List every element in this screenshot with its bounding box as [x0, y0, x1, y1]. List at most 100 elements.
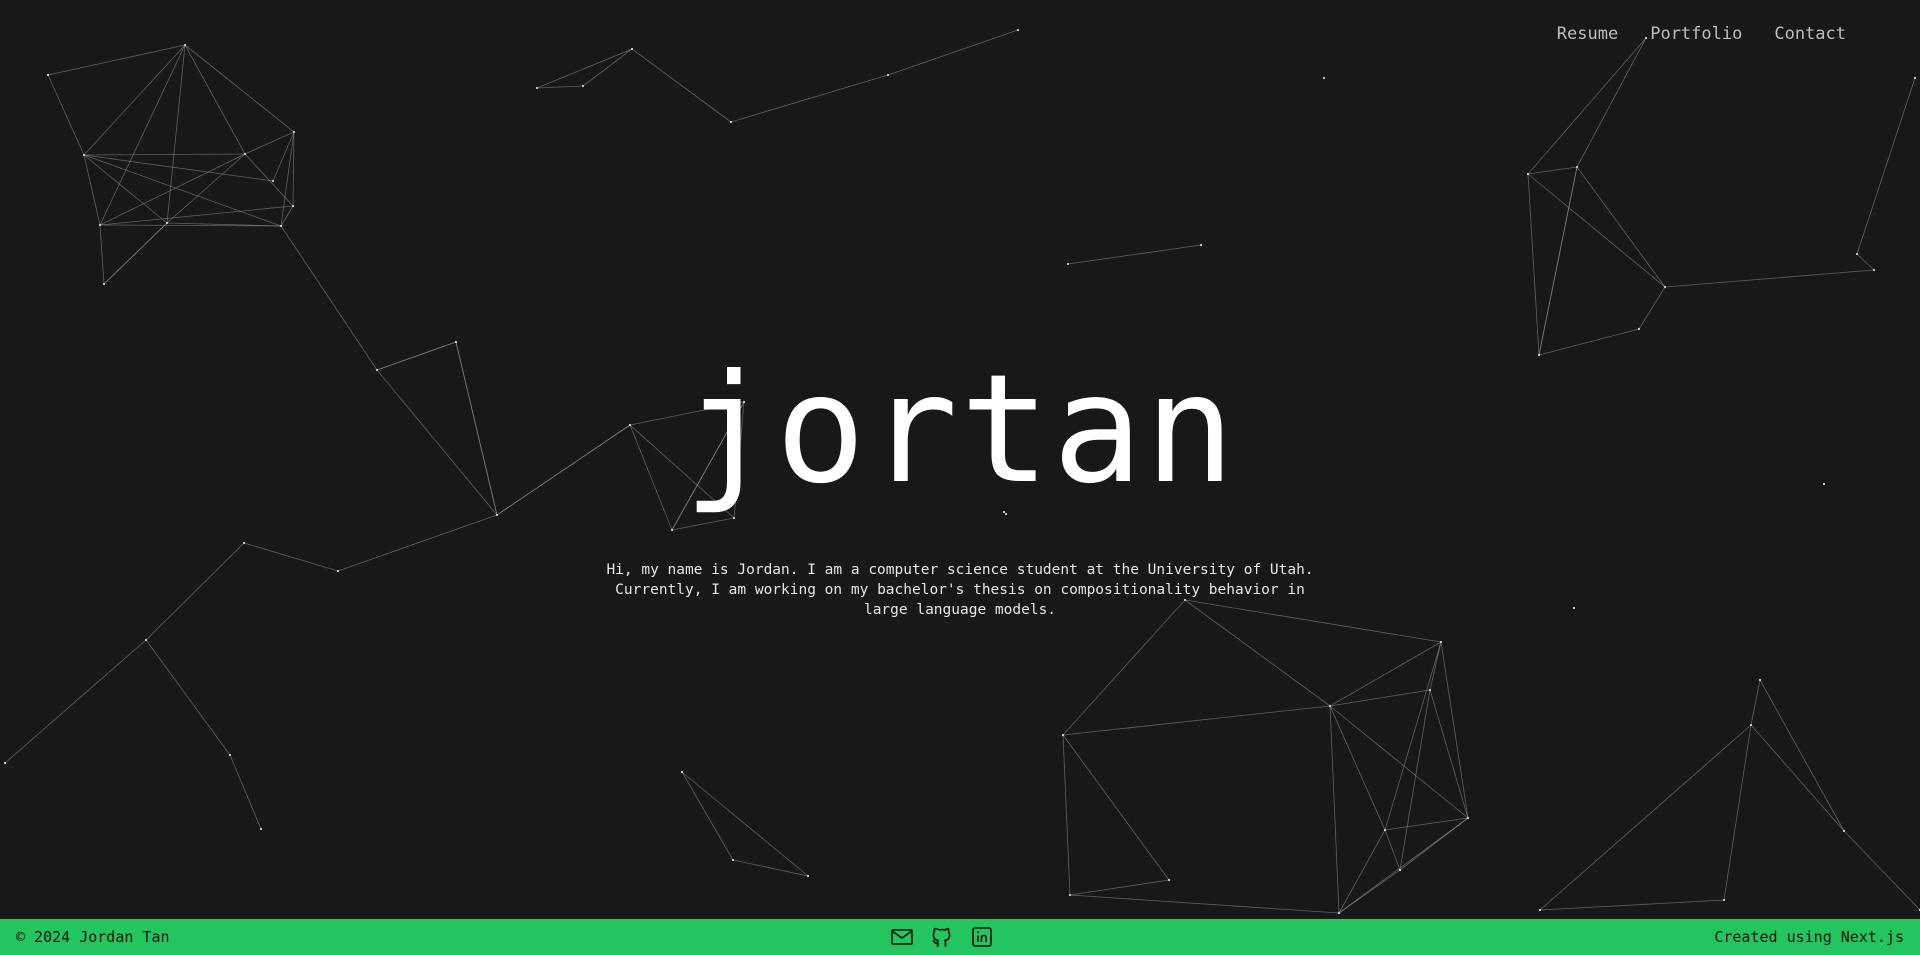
network-node: [1167, 878, 1171, 882]
network-edge: [582, 48, 633, 87]
network-node: [336, 569, 340, 573]
network-node: [3, 761, 7, 765]
network-edge: [1856, 77, 1916, 255]
footer-social-links: [890, 926, 994, 948]
network-edge: [1664, 269, 1875, 288]
network-edge: [99, 205, 294, 226]
network-node: [886, 73, 890, 77]
network-edge: [243, 542, 339, 572]
network-edge: [1527, 37, 1647, 175]
network-edge: [292, 131, 295, 207]
network-edge: [1067, 244, 1202, 265]
network-node: [1572, 606, 1576, 610]
network-edge: [536, 48, 633, 89]
network-edge: [671, 517, 735, 531]
network-edge: [47, 44, 186, 76]
linkedin-icon[interactable]: [970, 926, 994, 948]
network-edge: [1843, 830, 1920, 911]
network-node: [98, 223, 102, 227]
network-edge: [83, 154, 101, 226]
network-edge: [1384, 641, 1442, 831]
network-node: [1016, 28, 1020, 32]
network-node: [1872, 268, 1876, 272]
network-edge: [166, 153, 246, 224]
network-edge: [145, 639, 231, 756]
network-edge: [1069, 894, 1340, 914]
network-edge: [1723, 724, 1752, 901]
network-node: [1068, 893, 1072, 897]
network-edge: [1338, 869, 1401, 914]
network-edge: [99, 224, 105, 285]
network-edge: [1329, 641, 1442, 707]
network-edge: [280, 225, 378, 371]
network-edge: [83, 153, 246, 156]
network-node: [1066, 262, 1070, 266]
nav-resume-link[interactable]: Resume: [1557, 24, 1618, 44]
page: Resume Portfolio Contact jortan Hi, my n…: [0, 0, 1920, 955]
network-edge: [1384, 817, 1469, 831]
network-node: [1398, 868, 1402, 872]
network-edge: [1384, 829, 1401, 871]
network-node: [1439, 640, 1443, 644]
network-edge: [1750, 724, 1845, 832]
top-nav: Resume Portfolio Contact: [1557, 24, 1846, 44]
network-edge: [83, 154, 274, 182]
network-edge: [1576, 37, 1647, 168]
network-edge: [681, 771, 734, 861]
network-edge: [1399, 689, 1431, 871]
network-edge: [1429, 689, 1469, 819]
network-edge: [1527, 173, 1666, 288]
network-edge: [244, 131, 295, 155]
nav-contact-link[interactable]: Contact: [1774, 24, 1846, 44]
network-node: [806, 874, 810, 878]
network-edge: [1539, 899, 1725, 911]
network-edge: [1329, 705, 1340, 914]
github-icon[interactable]: [930, 926, 954, 948]
network-edge: [1329, 705, 1469, 819]
network-edge: [1539, 724, 1752, 911]
network-node: [680, 770, 684, 774]
network-node: [1337, 911, 1341, 915]
network-node: [1526, 172, 1530, 176]
network-edge: [730, 74, 889, 123]
network-edge: [1062, 705, 1331, 736]
network-node: [292, 130, 296, 134]
network-edge: [184, 44, 246, 155]
network-edge: [887, 29, 1019, 76]
network-node: [279, 224, 283, 228]
network-edge: [1429, 641, 1442, 691]
network-edge: [337, 514, 498, 572]
network-edge: [280, 205, 294, 227]
network-node: [144, 638, 148, 642]
network-node: [242, 541, 246, 545]
network-edge: [681, 771, 809, 877]
network-node: [165, 221, 169, 225]
network-node: [102, 282, 106, 286]
network-node: [732, 516, 736, 520]
footer-credit: Created using Next.js: [1714, 928, 1904, 946]
network-node: [259, 827, 263, 831]
network-node: [495, 513, 499, 517]
network-edge: [1750, 679, 1761, 726]
nav-portfolio-link[interactable]: Portfolio: [1650, 24, 1742, 44]
network-edge: [1759, 679, 1845, 832]
network-edge: [83, 44, 186, 156]
network-node: [1383, 828, 1387, 832]
network-node: [1322, 76, 1326, 80]
network-node: [243, 152, 247, 156]
network-node: [1855, 252, 1859, 256]
mail-icon[interactable]: [890, 926, 914, 948]
network-edge: [1338, 829, 1386, 914]
network-node: [729, 120, 733, 124]
hero-title: jortan: [683, 343, 1237, 517]
network-node: [1637, 327, 1641, 331]
network-edge: [1527, 173, 1540, 356]
network-node: [1842, 829, 1846, 833]
network-node: [1575, 165, 1579, 169]
network-node: [1758, 678, 1762, 682]
network-node: [1722, 898, 1726, 902]
network-node: [183, 43, 187, 47]
network-edge: [1329, 705, 1386, 831]
network-node: [1328, 704, 1332, 708]
network-edge: [99, 44, 186, 226]
